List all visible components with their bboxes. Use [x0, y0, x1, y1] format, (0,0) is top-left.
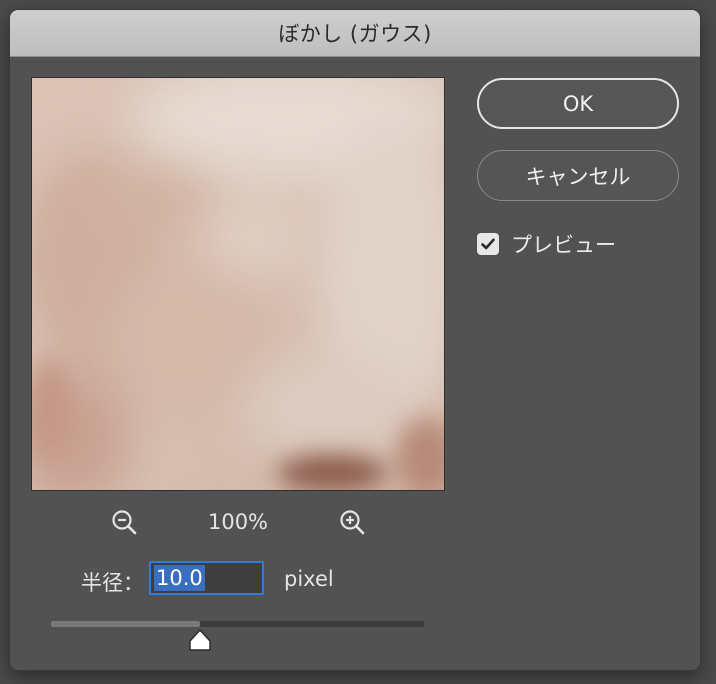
zoom-out-button[interactable]: [110, 508, 140, 538]
radius-input[interactable]: 10.0: [149, 561, 264, 595]
titlebar[interactable]: ぼかし (ガウス): [10, 10, 700, 57]
unit-label: pixel: [284, 567, 334, 591]
checkbox-box[interactable]: [477, 233, 499, 255]
preview-image[interactable]: [31, 77, 445, 491]
radius-slider-thumb[interactable]: [187, 628, 213, 652]
gaussian-blur-dialog: ぼかし (ガウス) 100% 半径： 10.0 pixel OK キャンセル プ…: [10, 10, 700, 670]
radius-slider-track[interactable]: [51, 621, 424, 627]
zoom-in-icon: [340, 510, 365, 535]
slider-thumb-icon: [189, 629, 211, 651]
radius-slider-fill: [51, 621, 201, 627]
ok-button[interactable]: OK: [477, 78, 679, 129]
zoom-level: 100%: [207, 510, 269, 534]
preview-checkbox[interactable]: プレビュー: [477, 229, 616, 259]
radius-label: 半径：: [81, 571, 144, 595]
zoom-in-button[interactable]: [338, 508, 368, 538]
dialog-title: ぼかし (ガウス): [278, 22, 432, 46]
radius-value: 10.0: [154, 565, 205, 591]
checkmark-icon: [481, 238, 495, 250]
cancel-button[interactable]: キャンセル: [477, 150, 679, 201]
preview-label: プレビュー: [511, 233, 616, 257]
blurred-preview-graphic: [32, 78, 444, 490]
zoom-out-icon: [112, 510, 137, 535]
